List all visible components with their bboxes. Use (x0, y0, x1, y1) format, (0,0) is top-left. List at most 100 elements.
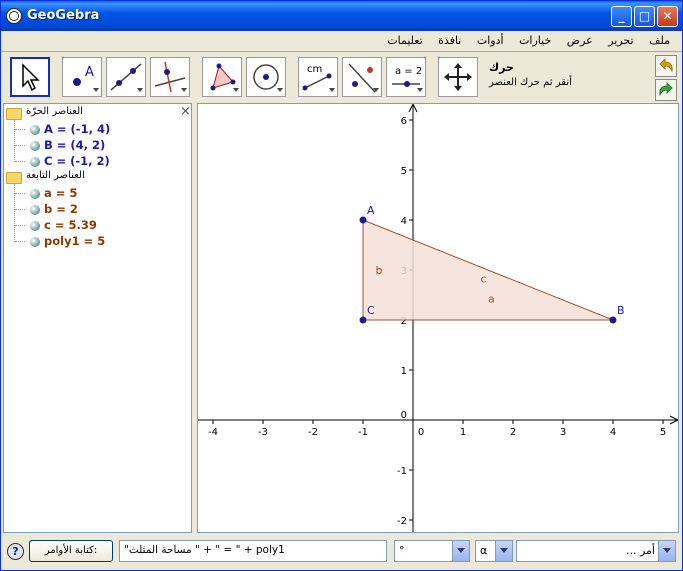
distance-tool-button[interactable]: cm (298, 57, 338, 97)
slider-tool-button[interactable]: a = 2 (386, 57, 426, 97)
coordinate-plane[interactable]: -4-3-2-1012345-2-10123456abcABC (198, 104, 678, 532)
y-tick-label: 0 (401, 410, 407, 421)
alpha-symbol: α (480, 544, 488, 557)
close-view-icon[interactable]: × (180, 104, 191, 119)
tree-branch (15, 145, 25, 146)
x-tick-label: 2 (510, 427, 516, 438)
menu-file[interactable]: ملف (643, 31, 676, 47)
x-tick-label: 5 (660, 427, 666, 438)
menu-view[interactable]: عرض (561, 31, 599, 47)
visibility-toggle-icon[interactable] (30, 125, 40, 135)
close-window-button[interactable]: ✕ (657, 6, 678, 27)
help-icon[interactable]: ? (7, 543, 24, 560)
object-definition: c = 5.39 (44, 218, 97, 232)
maximize-button[interactable]: □ (634, 6, 655, 27)
tree-branch (15, 225, 25, 226)
command-input[interactable]: "مساحة المثلث " + " = " + poly1 (119, 540, 387, 562)
tool-help-panel: حرك أنقر ثم حرك العنصر (489, 61, 649, 88)
command-select[interactable]: أمر ... (516, 540, 676, 562)
point-label-b: B (617, 304, 625, 317)
undo-button[interactable] (655, 55, 677, 77)
redo-button[interactable] (655, 79, 677, 101)
four-arrows-move-icon (444, 63, 472, 91)
chevron-down-icon[interactable] (452, 541, 469, 561)
folder-icon (6, 172, 22, 184)
menu-help[interactable]: تعليمات (381, 31, 428, 47)
degree-symbol: ° (399, 544, 405, 557)
maximize-icon: □ (638, 9, 651, 23)
tree-branch (15, 129, 25, 130)
tree-branch (15, 209, 25, 210)
title-bar[interactable]: GeoGebra _ □ ✕ (1, 1, 682, 31)
object-definition: A = (-1, 4) (44, 122, 111, 136)
visibility-toggle-icon[interactable] (30, 157, 40, 167)
folder-icon (6, 108, 22, 120)
object-definition: b = 2 (44, 202, 78, 216)
y-tick-label: 1 (401, 366, 407, 377)
menu-tools[interactable]: أدوات (471, 31, 510, 47)
visibility-toggle-icon[interactable] (30, 141, 40, 151)
menu-bar: ملف تحرير عرض خيارات أدوات نافذة تعليمات (1, 31, 682, 51)
tree-branch (15, 161, 25, 162)
tree-branch (15, 241, 25, 242)
menu-edit[interactable]: تحرير (602, 31, 639, 47)
circle-tool-button[interactable] (246, 57, 286, 97)
redo-arrow-icon (659, 82, 673, 97)
x-tick-label: 3 (560, 427, 566, 438)
x-tick-label: -3 (258, 427, 268, 438)
perpendicular-line-icon (154, 61, 187, 93)
x-tick-label: 0 (418, 427, 424, 438)
point-c (359, 316, 367, 324)
dependent-objects-folder-label: العناصر التابعة (26, 170, 85, 181)
line-tool-button[interactable] (106, 57, 146, 97)
visibility-toggle-icon[interactable] (30, 221, 40, 231)
x-tick-label: -1 (358, 427, 368, 438)
toolbar: A cm a = 2 حرك أنقر ثم حرك العنصر (1, 53, 682, 101)
tree-connector (14, 120, 15, 162)
close-icon: ✕ (662, 9, 673, 23)
input-label-button[interactable]: كتابة الأوامر: (29, 540, 113, 562)
y-tick-label: 6 (401, 116, 407, 127)
symbol-degree-select[interactable]: ° (394, 540, 470, 562)
chevron-down-icon[interactable] (495, 541, 512, 561)
segment-label-b: b (376, 264, 383, 277)
object-definition: a = 5 (44, 186, 78, 200)
distance-unit-label: cm (307, 64, 322, 75)
command-select-placeholder: أمر ... (625, 544, 655, 557)
algebra-view[interactable]: × العناصر الحرّة A = (-1, 4) B = (4, 2) … (3, 103, 192, 533)
point-label-a: A (367, 204, 375, 217)
undo-arrow-icon (659, 58, 673, 73)
polygon-tool-button[interactable] (202, 57, 242, 97)
object-definition: C = (-1, 2) (44, 154, 110, 168)
visibility-toggle-icon[interactable] (30, 237, 40, 247)
reflect-tool-button[interactable] (342, 57, 382, 97)
x-tick-label: 1 (460, 427, 466, 438)
segment-label-c: c (481, 273, 487, 286)
move-tool-button[interactable] (10, 57, 50, 97)
object-definition: poly1 = 5 (44, 234, 106, 248)
minimize-button[interactable]: _ (611, 6, 632, 27)
tree-branch (15, 193, 25, 194)
menu-separator (1, 51, 682, 52)
free-objects-folder-label: العناصر الحرّة (26, 106, 83, 117)
point-tool-button[interactable]: A (62, 57, 102, 97)
distance-icon: cm (302, 64, 335, 92)
graphics-view[interactable]: -4-3-2-1012345-2-10123456abcABC (197, 103, 679, 533)
x-tick-label: 4 (610, 427, 616, 438)
perpendicular-tool-button[interactable] (150, 57, 190, 97)
new-point-icon: A (73, 65, 99, 92)
menu-window[interactable]: نافذة (432, 31, 467, 47)
menu-options[interactable]: خيارات (513, 31, 557, 47)
polygon-icon (210, 63, 239, 92)
symbol-greek-select[interactable]: α (475, 540, 513, 562)
cursor-arrow-icon (22, 63, 40, 92)
x-tick-label: -4 (208, 427, 218, 438)
chevron-down-icon[interactable] (658, 541, 675, 561)
segment-label-a: a (488, 293, 495, 306)
visibility-toggle-icon[interactable] (30, 189, 40, 199)
y-tick-label: 4 (401, 216, 407, 227)
move-graphics-tool-button[interactable] (438, 57, 478, 97)
visibility-toggle-icon[interactable] (30, 205, 40, 215)
minimize-icon: _ (618, 9, 625, 23)
circle-center-point-icon (253, 64, 283, 92)
